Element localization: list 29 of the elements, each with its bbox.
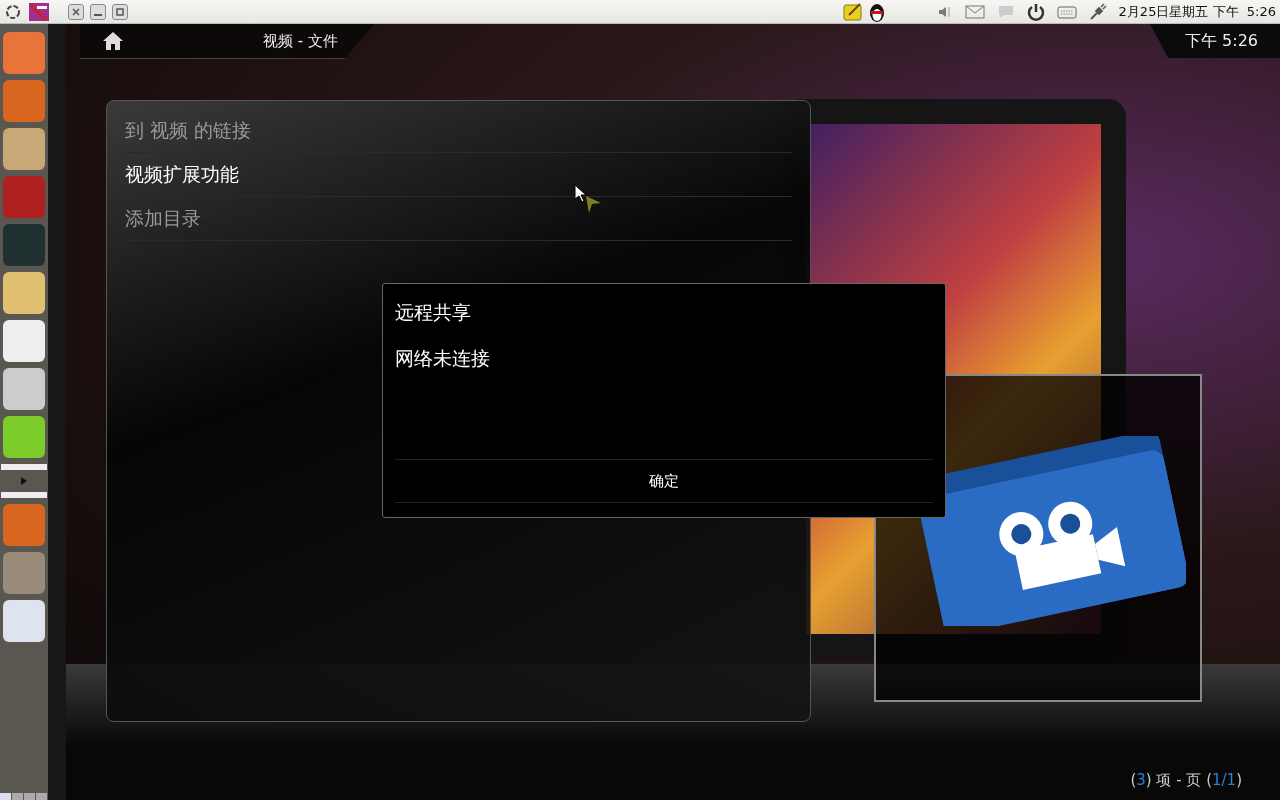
close-icon [71, 6, 81, 17]
page-info: (3) 项 - 页 (1/1) [1130, 771, 1242, 790]
dialog-title: 远程共享 [395, 300, 472, 325]
ok-button[interactable]: 确定 [584, 460, 744, 502]
power-icon[interactable] [1026, 2, 1045, 21]
breadcrumb-title: 视频 - 文件 [263, 31, 338, 51]
workspace-switcher-tile[interactable] [12, 793, 23, 800]
time-label: 下午 5:26 [1185, 30, 1258, 52]
mail-icon[interactable] [964, 4, 985, 19]
minimize-icon [94, 13, 102, 16]
notes-icon[interactable] [842, 1, 863, 22]
maximize-button[interactable] [112, 3, 128, 20]
launcher-separator [1, 492, 47, 498]
close-button[interactable] [68, 3, 84, 20]
keyboard-icon[interactable] [1056, 3, 1077, 20]
workspace-switcher-tile[interactable] [36, 793, 47, 800]
ubuntu-logo-icon[interactable] [4, 2, 22, 21]
maximize-icon [115, 6, 125, 17]
minimize-button[interactable] [90, 3, 106, 20]
network-plug-icon[interactable] [1088, 2, 1107, 21]
expand-arrow-icon[interactable] [20, 476, 28, 486]
workspace-switcher-tile[interactable] [0, 793, 11, 800]
dialog-message: 网络未连接 [395, 346, 491, 371]
workspace-switcher-tile[interactable] [24, 793, 35, 800]
clock[interactable]: 2月25日星期五 下午 5:26 [1118, 2, 1276, 21]
chat-bubble-icon[interactable] [996, 3, 1015, 20]
launcher-separator [1, 464, 47, 470]
home-icon[interactable] [102, 31, 124, 51]
menu-item[interactable]: 到 视频 的链接 [125, 109, 792, 153]
